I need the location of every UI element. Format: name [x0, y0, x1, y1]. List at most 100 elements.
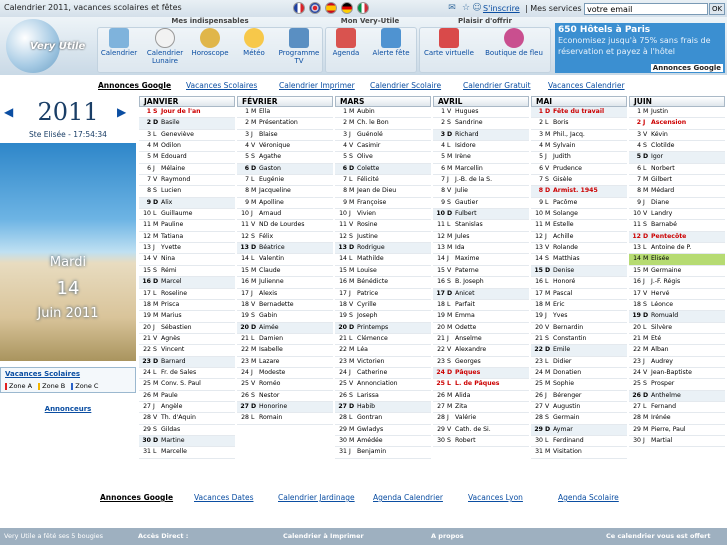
day-row[interactable]: 23 M Victorien — [335, 357, 431, 368]
day-row[interactable]: 24 J Modeste — [237, 368, 333, 380]
day-row[interactable]: 12 J Achille — [531, 232, 627, 244]
next-year-icon[interactable]: ▶ — [117, 105, 126, 119]
signup-link[interactable]: S'inscrire — [483, 4, 520, 13]
day-row[interactable]: 26 D Anthelme — [629, 390, 725, 402]
nav-meteo[interactable]: Météo — [233, 26, 275, 73]
day-row[interactable]: 16 M Bénédicte — [335, 277, 431, 289]
day-row[interactable]: 29 M Pierre, Paul — [629, 425, 725, 436]
vacances-title-link[interactable]: Vacances Scolaires — [5, 370, 80, 378]
day-row[interactable]: 9 D Alix — [139, 197, 235, 210]
bottom-link-calendrier-jardinage[interactable]: Calendrier Jardinage — [278, 493, 355, 502]
month-header[interactable]: JUIN — [629, 96, 725, 107]
day-row[interactable]: 29 D Aymar — [531, 424, 627, 436]
day-row[interactable]: 5 M Edouard — [139, 152, 235, 164]
day-row[interactable]: 28 L Gontran — [335, 413, 431, 425]
day-row[interactable]: 22 M Alban — [629, 345, 725, 357]
day-row[interactable]: 16 S B. Joseph — [433, 277, 529, 289]
day-row[interactable]: 12 M Jules — [433, 232, 529, 244]
day-row[interactable]: 11 M Pauline — [139, 220, 235, 232]
day-row[interactable]: 21 L Damien — [237, 334, 333, 346]
day-row[interactable]: 12 D Pentecôte — [629, 231, 725, 244]
day-row[interactable]: 13 V Rolande — [531, 243, 627, 255]
day-row[interactable]: 25 S Prosper — [629, 379, 725, 391]
day-row[interactable]: 6 M Marcellin — [433, 164, 529, 176]
day-row[interactable]: 18 M Eric — [531, 300, 627, 312]
day-row[interactable]: 31 J Benjamin — [335, 447, 431, 459]
bottom-link-annonces-google[interactable]: Annonces Google — [100, 493, 173, 502]
day-row[interactable]: 25 M Conv. S. Paul — [139, 379, 235, 391]
flag-it-icon[interactable] — [357, 2, 369, 14]
day-row[interactable]: 1 M Aubin — [335, 107, 431, 119]
day-row[interactable]: 14 V Nina — [139, 254, 235, 266]
day-row[interactable]: 28 J Valérie — [433, 413, 529, 425]
day-row[interactable]: 2 M Présentation — [237, 118, 333, 130]
day-row[interactable]: 17 V Hervé — [629, 289, 725, 300]
day-row[interactable]: 17 L Roseline — [139, 289, 235, 300]
day-row[interactable]: 9 M Apolline — [237, 198, 333, 210]
day-row[interactable]: 13 D Rodrigue — [335, 243, 431, 255]
day-row[interactable]: 23 D Barnard — [139, 356, 235, 368]
day-row[interactable]: 26 S Larissa — [335, 391, 431, 402]
day-row[interactable]: 25 V Annonciation — [335, 379, 431, 391]
day-row[interactable]: 28 V Th. d'Aquin — [139, 413, 235, 425]
day-row[interactable]: 14 J Maxime — [433, 254, 529, 266]
day-row[interactable]: 13 D Béatrice — [237, 243, 333, 255]
day-row[interactable]: 30 J Martial — [629, 436, 725, 448]
day-row[interactable]: 24 M Donatien — [531, 368, 627, 380]
bottom-link-vacances-dates[interactable]: Vacances Dates — [194, 493, 253, 502]
day-row[interactable]: 9 J Diane — [629, 198, 725, 210]
day-row[interactable]: 12 M Tatiana — [139, 232, 235, 244]
day-row[interactable]: 15 V Paterne — [433, 266, 529, 278]
day-row[interactable]: 13 J Yvette — [139, 243, 235, 255]
day-row[interactable]: 8 D Armist. 1945 — [531, 186, 627, 198]
day-row[interactable]: 3 M Phil., Jacq. — [531, 130, 627, 142]
day-row[interactable]: 7 S Gisèle — [531, 175, 627, 187]
day-row[interactable]: 29 S Gildas — [139, 425, 235, 436]
day-row[interactable]: 5 S Olive — [335, 152, 431, 164]
logo[interactable]: Very Utile — [30, 41, 85, 52]
flag-uk-icon[interactable] — [309, 2, 321, 14]
star-icon[interactable]: ☆ — [461, 3, 471, 13]
day-row[interactable]: 16 D Marcel — [139, 277, 235, 289]
day-row[interactable]: 9 S Gautier — [433, 198, 529, 210]
day-row[interactable]: 27 M Zita — [433, 402, 529, 414]
day-row[interactable]: 21 S Constantin — [531, 334, 627, 346]
ok-button[interactable]: OK — [709, 3, 725, 15]
day-row[interactable]: 7 L Eugénie — [237, 175, 333, 187]
day-row[interactable]: 11 S Barnabé — [629, 220, 725, 232]
day-row[interactable]: 4 L Isidore — [433, 141, 529, 153]
day-row[interactable]: 18 V Cyrille — [335, 300, 431, 312]
day-row[interactable]: 24 D Pâques — [433, 367, 529, 380]
day-row[interactable]: 4 V Casimir — [335, 141, 431, 153]
day-row[interactable]: 19 M Emma — [433, 311, 529, 323]
day-row[interactable]: 1 M Ella — [237, 107, 333, 119]
day-row[interactable]: 29 M Gwladys — [335, 425, 431, 436]
month-header[interactable]: FÉVRIER — [237, 96, 333, 107]
day-row[interactable]: 16 M Julienne — [237, 277, 333, 289]
day-row[interactable]: 6 D Gaston — [237, 163, 333, 176]
month-header[interactable]: AVRIL — [433, 96, 529, 107]
day-row[interactable]: 10 D Fulbert — [433, 209, 529, 221]
month-header[interactable]: MARS — [335, 96, 431, 107]
footer-item[interactable]: Calendrier à Imprimer — [283, 532, 364, 540]
day-row[interactable]: 21 J Anselme — [433, 334, 529, 346]
month-header[interactable]: JANVIER — [139, 96, 235, 107]
day-row[interactable]: 18 S Léonce — [629, 300, 725, 312]
day-row[interactable]: 22 M Isabelle — [237, 345, 333, 357]
nav-calendrier[interactable]: Calendrier — [98, 26, 140, 73]
day-row[interactable]: 19 S Joseph — [335, 311, 431, 323]
day-row[interactable]: 24 V Jean-Baptiste — [629, 368, 725, 380]
day-row[interactable]: 25 V Roméo — [237, 379, 333, 391]
day-row[interactable]: 24 L Fr. de Sales — [139, 368, 235, 380]
link-calendrier-scolaire[interactable]: Calendrier Scolaire — [370, 81, 441, 90]
day-row[interactable]: 20 D Printemps — [335, 322, 431, 334]
day-row[interactable]: 7 M Gilbert — [629, 175, 725, 187]
day-row[interactable]: 6 D Colette — [335, 163, 431, 176]
day-row[interactable]: 3 L Geneviève — [139, 130, 235, 142]
flag-de-icon[interactable] — [341, 2, 353, 14]
day-row[interactable]: 17 D Anicet — [433, 288, 529, 300]
day-row[interactable]: 21 L Clémence — [335, 334, 431, 346]
day-row[interactable]: 18 V Bernadette — [237, 300, 333, 312]
day-row[interactable]: 11 V Rosine — [335, 220, 431, 232]
day-row[interactable]: 23 M Lazare — [237, 357, 333, 368]
